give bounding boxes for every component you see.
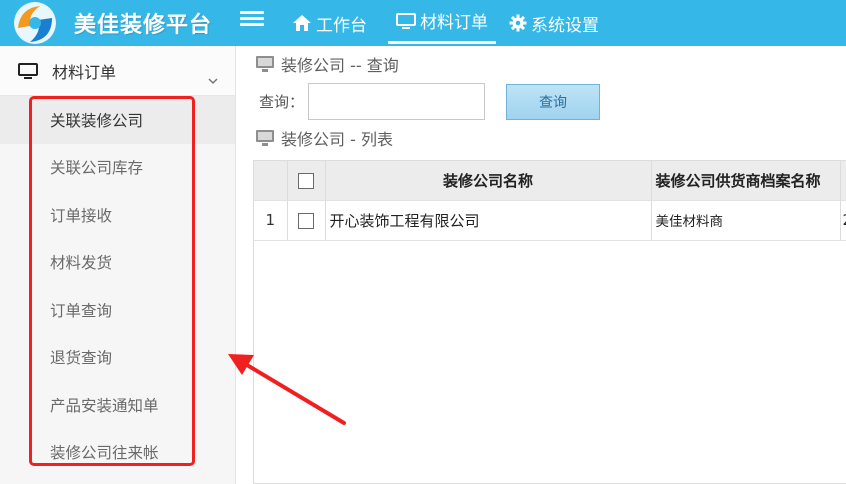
sidebar-group-label: 材料订单	[52, 62, 117, 82]
company-table: 装修公司名称 装修公司供货商档案名称 1 开心装饰工程有限公司 美佳材料商 2	[253, 160, 846, 484]
sidebar-item-order-receive[interactable]: 订单接收	[0, 191, 235, 239]
home-icon	[292, 14, 312, 32]
select-all-checkbox[interactable]	[298, 172, 314, 189]
monitor-icon	[255, 129, 275, 147]
logo-icon	[14, 2, 56, 44]
section-title-text: 装修公司 - 列表	[281, 130, 393, 149]
sidebar-item-order-query[interactable]: 订单查询	[0, 286, 235, 334]
monitor-icon	[18, 62, 38, 80]
nav-tab-system-settings[interactable]: 系统设置	[509, 0, 599, 46]
nav-tab-label: 系统设置	[531, 15, 599, 36]
section-title-text: 装修公司 -- 查询	[281, 56, 399, 75]
sidebar-item-linked-inventory[interactable]: 关联公司库存	[0, 144, 235, 192]
column-header-supplier-name[interactable]: 装修公司供货商档案名称	[651, 161, 841, 201]
top-bar: 美佳装修平台 工作台 材料订单 系统设置	[0, 0, 846, 46]
query-section-title: 装修公司 -- 查询	[255, 52, 399, 76]
chevron-down-icon	[208, 70, 218, 89]
menu-toggle-button[interactable]	[240, 8, 264, 32]
sidebar-item-material-shipping[interactable]: 材料发货	[0, 239, 235, 287]
nav-tab-material-orders[interactable]: 材料订单	[388, 0, 496, 44]
sidebar-item-label: 材料发货	[50, 254, 113, 273]
sidebar-item-label: 产品安装通知单	[50, 396, 159, 415]
nav-tab-label: 材料订单	[420, 13, 488, 33]
sidebar-item-return-query[interactable]: 退货查询	[0, 334, 235, 382]
column-header-extra[interactable]	[840, 161, 846, 201]
row-number: 1	[254, 200, 288, 241]
sidebar-group-material-orders[interactable]: 材料订单	[0, 46, 235, 96]
main-content: 装修公司 -- 查询 查询： 查询 装修公司 - 列表 装修公司名称 装修公司供…	[237, 46, 846, 484]
sidebar-item-label: 装修公司往来帐	[50, 444, 159, 463]
extra-cell: 2	[840, 200, 846, 241]
sidebar-item-label: 订单接收	[50, 206, 113, 225]
search-button[interactable]: 查询	[506, 84, 600, 120]
list-section-title: 装修公司 - 列表	[255, 126, 393, 150]
column-header-company-name[interactable]: 装修公司名称	[325, 161, 652, 201]
monitor-icon	[396, 12, 416, 30]
app-title: 美佳装修平台	[74, 13, 213, 38]
search-label: 查询：	[259, 93, 305, 111]
nav-tab-workbench[interactable]: 工作台	[292, 0, 367, 46]
search-input[interactable]	[308, 83, 485, 120]
table-row[interactable]: 1 开心装饰工程有限公司 美佳材料商 2	[254, 200, 846, 241]
gear-icon	[509, 14, 527, 32]
sidebar-item-label: 关联装修公司	[50, 111, 144, 130]
sidebar-item-linked-companies[interactable]: 关联装修公司	[0, 96, 235, 144]
sidebar-item-label: 关联公司库存	[50, 159, 144, 178]
sidebar-item-label: 订单查询	[50, 301, 113, 320]
row-checkbox-cell	[287, 200, 326, 241]
select-all-checkbox-cell	[287, 161, 326, 201]
company-name-cell: 开心装饰工程有限公司	[325, 200, 652, 241]
row-checkbox[interactable]	[298, 212, 314, 229]
table-header-row: 装修公司名称 装修公司供货商档案名称	[254, 161, 846, 201]
monitor-icon	[255, 55, 275, 73]
sidebar-item-company-accounts[interactable]: 装修公司往来帐	[0, 429, 235, 477]
sidebar-item-label: 退货查询	[50, 349, 113, 368]
supplier-name-cell: 美佳材料商	[651, 200, 841, 241]
sidebar-item-install-notice[interactable]: 产品安装通知单	[0, 381, 235, 429]
sidebar: 材料订单 关联装修公司 关联公司库存 订单接收 材料发货 订单查询 退货查询 产…	[0, 46, 236, 484]
row-number-header	[254, 161, 288, 201]
nav-tab-label: 工作台	[316, 15, 367, 36]
